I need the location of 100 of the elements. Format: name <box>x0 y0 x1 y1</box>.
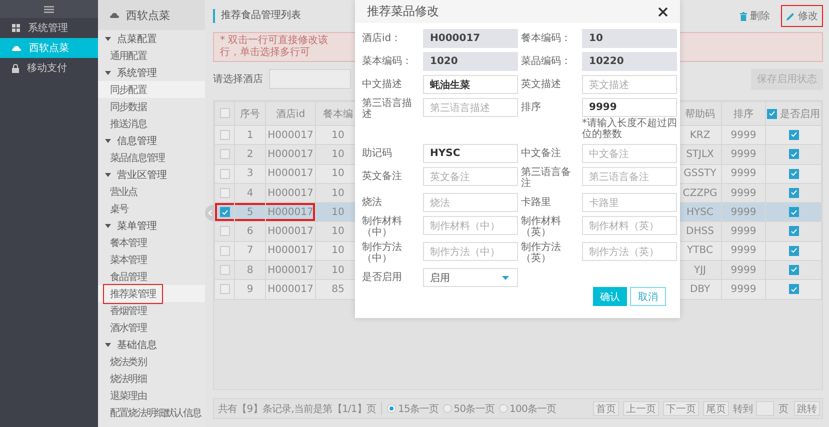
page-button[interactable]: 上一页 <box>623 401 660 416</box>
sidebar-item[interactable]: 桌号 <box>98 200 205 217</box>
field-label: 制作材料（中） <box>362 216 403 238</box>
table-cell: CZZPG <box>678 183 722 203</box>
field-label: 制作方法（英） <box>521 242 562 264</box>
table-cell: DBY <box>678 280 722 300</box>
page-button[interactable]: 下一页 <box>663 401 700 416</box>
edit-button[interactable]: 修改 <box>781 5 823 27</box>
table-cell: 9999 <box>722 222 766 242</box>
table-cell: H000017 <box>266 280 316 300</box>
field-label: 第三语言备注 <box>521 167 572 189</box>
sidebar-item[interactable]: 配置烧法明细默认信息 <box>98 404 205 421</box>
table-cell: STJLX <box>678 144 722 164</box>
field-label: 是否启用 <box>362 270 403 284</box>
input-field[interactable]: 中文备注 <box>582 144 677 163</box>
page-button[interactable]: 首页 <box>593 401 620 416</box>
nav-item[interactable]: 系统管理 <box>0 18 98 38</box>
table-cell: GSSTY <box>678 164 722 184</box>
input-field[interactable]: HYSC <box>423 144 518 163</box>
sidebar-item[interactable]: 营业点 <box>98 183 205 200</box>
sidebar-item[interactable]: 同步数据 <box>98 98 205 115</box>
sidebar-group[interactable]: 点菜配置 <box>98 30 205 47</box>
field-label: 中文备注 <box>521 146 562 160</box>
table-cell: 9999 <box>722 202 766 222</box>
table-cell: 3 <box>234 164 266 184</box>
sidebar-group[interactable]: 信息管理 <box>98 132 205 149</box>
table-cell: 8 <box>234 260 266 280</box>
field-label: 餐本编码： <box>521 32 572 46</box>
input-field[interactable]: 制作材料（英） <box>582 216 677 235</box>
input-field[interactable]: 英文备注 <box>423 167 518 186</box>
field-label: 英文备注 <box>362 170 403 184</box>
readonly-field: H000017 <box>423 29 518 48</box>
sidebar-item[interactable]: 推送消息 <box>98 115 205 132</box>
table-cell: HYSC <box>678 202 722 222</box>
sidebar-group[interactable]: 菜单管理 <box>98 217 205 234</box>
table-cell: 9999 <box>722 164 766 184</box>
table-cell: 9999 <box>722 144 766 164</box>
sidebar-item[interactable]: 食品管理 <box>98 268 205 285</box>
input-field[interactable]: 蚝油生菜 <box>423 75 518 94</box>
table-cell: 9999 <box>722 183 766 203</box>
input-field[interactable]: 英文描述 <box>582 75 677 94</box>
column-header: 酒店id <box>266 102 316 126</box>
page-title: 推荐食品管理列表 <box>213 9 301 23</box>
sidebar-item[interactable]: 通用配置 <box>98 47 205 64</box>
jump-button[interactable]: 跳转 <box>794 401 820 416</box>
table-cell: 6 <box>234 222 266 242</box>
table-cell: H000017 <box>266 164 316 184</box>
table-cell: 9999 <box>722 126 766 145</box>
page-size-option[interactable]: 100条一页 <box>498 402 556 416</box>
sidebar-title: 西软点菜 <box>126 8 170 22</box>
readonly-field: 1020 <box>423 52 518 71</box>
delete-button[interactable]: 删除 <box>735 5 775 27</box>
input-field[interactable]: 第三语言描述 <box>423 98 518 117</box>
input-field[interactable]: 制作方法（中） <box>423 242 518 261</box>
table-cell: 9999 <box>722 241 766 261</box>
input-field[interactable]: 第三语言备注 <box>582 167 677 186</box>
table-cell: 5 <box>234 202 266 222</box>
cancel-button[interactable]: 取消 <box>630 287 666 306</box>
sidebar-item[interactable]: 烧法类别 <box>98 353 205 370</box>
goto-label: 转到 <box>733 402 752 416</box>
page-button[interactable]: 尾页 <box>703 401 730 416</box>
sidebar-item[interactable]: 餐本管理 <box>98 234 205 251</box>
field-label: 排序 <box>521 100 542 114</box>
field-label: 卡路里 <box>521 196 552 210</box>
table-cell: H000017 <box>266 202 316 222</box>
sidebar-group[interactable]: 基础信息 <box>98 336 205 353</box>
field-label: 烧法 <box>362 196 383 210</box>
table-cell: H000017 <box>266 222 316 242</box>
field-label: 菜品编码： <box>521 54 572 68</box>
table-cell: DHSS <box>678 222 722 242</box>
input-field[interactable]: 9999 <box>582 98 677 117</box>
sidebar-item[interactable]: 推荐菜管理 <box>98 285 205 302</box>
page-size-option[interactable]: 15条一页 <box>387 402 439 416</box>
sidebar-item[interactable]: 菜品信息管理 <box>98 149 205 166</box>
input-field[interactable]: 烧法 <box>423 193 518 212</box>
field-label: 制作材料（英） <box>521 216 562 238</box>
column-header: 帮助码 <box>678 102 722 126</box>
select-field[interactable]: 启用 <box>423 268 518 287</box>
page-size-option[interactable]: 50条一页 <box>442 402 495 416</box>
notice-text: * 双击一行可直接修改该行，单击选择多行可 <box>220 35 330 59</box>
record-summary: 共有【9】条记录,当前是第【1/1】页 <box>218 402 376 416</box>
sidebar-group[interactable]: 系统管理 <box>98 64 205 81</box>
sidebar-item[interactable]: 同步配置 <box>98 81 205 98</box>
input-field[interactable]: 卡路里 <box>582 193 677 212</box>
readonly-field: 10220 <box>582 52 677 71</box>
dialog-title: 推荐菜品修改 <box>367 3 439 20</box>
sidebar-item[interactable]: 酒水管理 <box>98 319 205 336</box>
table-cell: 1 <box>234 126 266 145</box>
nav-item[interactable]: 移动支付 <box>0 58 98 78</box>
sidebar-group[interactable]: 营业区管理 <box>98 166 205 183</box>
sidebar-item[interactable]: 菜本管理 <box>98 251 205 268</box>
column-header: 序号 <box>234 102 266 126</box>
sidebar-item[interactable]: 退菜理由 <box>98 387 205 404</box>
column-header: 是否启用 <box>780 108 820 120</box>
input-field[interactable]: 制作方法（英） <box>582 242 677 261</box>
input-field[interactable]: 制作材料（中） <box>423 216 518 235</box>
sidebar-item[interactable]: 香烟管理 <box>98 302 205 319</box>
field-label: 菜本编码： <box>362 54 413 68</box>
sidebar-item[interactable]: 烧法明细 <box>98 370 205 387</box>
table-cell: 9999 <box>722 260 766 280</box>
